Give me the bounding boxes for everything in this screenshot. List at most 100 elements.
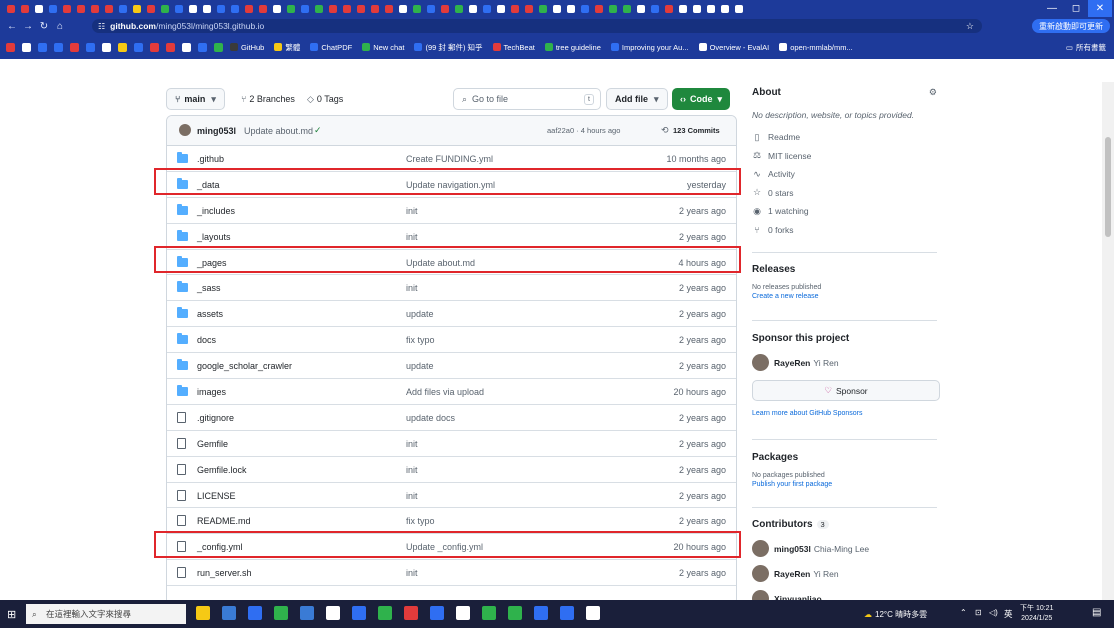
bookmark-icon[interactable] (198, 42, 207, 52)
bookmark-item[interactable]: Improving your Au... (610, 43, 689, 52)
tab-favicon-icon[interactable] (679, 4, 687, 13)
tab-favicon-icon[interactable] (483, 4, 491, 13)
taskbar-app-icon[interactable] (430, 606, 444, 620)
add-file-button[interactable]: Add file ▾ (606, 88, 668, 110)
tab-favicon-icon[interactable] (455, 4, 463, 13)
tab-favicon-icon[interactable] (399, 4, 407, 13)
notification-icon[interactable]: ▤ (1092, 607, 1101, 618)
bookmark-icon[interactable] (102, 42, 111, 52)
tab-favicon-icon[interactable] (35, 4, 43, 13)
bookmark-item[interactable]: ChatPDF (310, 43, 352, 52)
file-name-link[interactable]: google_scholar_crawler (197, 361, 292, 371)
ime-indicator[interactable]: 英 (1004, 608, 1013, 620)
license-link[interactable]: ⚖ MIT license (752, 147, 937, 166)
tab-favicon-icon[interactable] (245, 4, 253, 13)
tab-favicon-icon[interactable] (189, 4, 197, 13)
gear-icon[interactable]: ⚙ (929, 87, 937, 98)
tab-favicon-icon[interactable] (581, 4, 589, 13)
tab-favicon-icon[interactable] (665, 4, 673, 13)
tab-favicon-icon[interactable] (371, 4, 379, 13)
tab-favicon-icon[interactable] (175, 4, 183, 13)
reload-icon[interactable]: ↻ (36, 21, 52, 32)
commit-meta[interactable]: aaf22a0 · 4 hours ago (547, 126, 620, 135)
tab-favicon-icon[interactable] (315, 4, 323, 13)
tray-chevron-icon[interactable]: ⌃ (960, 608, 967, 617)
clock[interactable]: 下午 10:21 2024/1/25 (1020, 604, 1053, 624)
taskbar-app-icon[interactable] (300, 606, 314, 620)
sponsor-button[interactable]: ♡ Sponsor (752, 380, 940, 401)
file-name-link[interactable]: docs (197, 335, 216, 345)
tags-link[interactable]: ◇ 0 Tags (307, 88, 343, 110)
bookmark-icon[interactable] (182, 42, 191, 52)
create-release-link[interactable]: Create a new release (752, 293, 937, 300)
taskbar-app-icon[interactable] (404, 606, 418, 620)
all-bookmarks[interactable]: ▭ 所有書籤 (1066, 42, 1106, 53)
table-row[interactable]: assets update 2 years ago (167, 301, 736, 328)
url-input[interactable]: ☷ github.com/ming053l/ming053l.github.io… (92, 19, 982, 33)
taskbar-app-icon[interactable] (196, 606, 210, 620)
tab-favicon-icon[interactable] (693, 4, 701, 13)
commit-message-link[interactable]: init (406, 232, 418, 242)
commit-message-link[interactable]: update (406, 361, 434, 371)
tab-favicon-icon[interactable] (273, 4, 281, 13)
network-icon[interactable]: ⊡ (975, 608, 982, 617)
publish-package-link[interactable]: Publish your first package (752, 481, 937, 488)
tab-favicon-icon[interactable] (301, 4, 309, 13)
bookmark-item[interactable]: open-mmlab/mm... (779, 43, 853, 52)
scrollbar-thumb[interactable] (1105, 137, 1111, 237)
tab-favicon-icon[interactable] (147, 4, 155, 13)
bookmark-item[interactable]: GitHub (230, 43, 264, 52)
stars-link[interactable]: ☆ 0 stars (752, 184, 937, 203)
taskbar-app-icon[interactable] (274, 606, 288, 620)
bookmark-icon[interactable] (22, 42, 31, 52)
tab-favicon-icon[interactable] (357, 4, 365, 13)
file-name-link[interactable]: _sass (197, 283, 221, 293)
tab-favicon-icon[interactable] (441, 4, 449, 13)
table-row[interactable]: LICENSE init 2 years ago (167, 483, 736, 509)
bookmark-icon[interactable] (54, 42, 63, 52)
tab-favicon-icon[interactable] (217, 4, 225, 13)
windows-start-icon[interactable]: ⊞ (7, 608, 16, 621)
code-button[interactable]: ‹› Code ▾ (672, 88, 731, 110)
bookmark-item[interactable]: TechBeat (492, 43, 535, 52)
file-name-link[interactable]: LICENSE (197, 491, 236, 501)
tab-favicon-icon[interactable] (539, 4, 547, 13)
tab-favicon-icon[interactable] (105, 4, 113, 13)
branch-selector[interactable]: ⑂ main ▾ (166, 88, 225, 110)
taskbar-app-icon[interactable] (586, 606, 600, 620)
tab-favicon-icon[interactable] (203, 4, 211, 13)
table-row[interactable]: Gemfile init 2 years ago (167, 431, 736, 457)
table-row[interactable]: Gemfile.lock init 2 years ago (167, 457, 736, 483)
weather-widget[interactable]: ☁ 12°C 晴時多雲 (864, 609, 927, 620)
tab-favicon-icon[interactable] (735, 4, 743, 13)
site-info-icon[interactable]: ☷ (98, 22, 105, 31)
file-name-link[interactable]: Gemfile (197, 439, 228, 449)
file-name-link[interactable]: images (197, 387, 226, 397)
commit-message-link[interactable]: init (406, 439, 418, 449)
go-to-file-input[interactable]: ⌕ Go to file t (453, 88, 601, 110)
tab-favicon-icon[interactable] (385, 4, 393, 13)
tab-favicon-icon[interactable] (595, 4, 603, 13)
tab-favicon-icon[interactable] (91, 4, 99, 13)
taskbar-app-icon[interactable] (222, 606, 236, 620)
file-name-link[interactable]: _includes (197, 206, 235, 216)
table-row[interactable]: docs fix typo 2 years ago (167, 327, 736, 354)
file-name-link[interactable]: Gemfile.lock (197, 465, 247, 475)
taskbar-app-icon[interactable] (508, 606, 522, 620)
tab-favicon-icon[interactable] (511, 4, 519, 13)
packages-heading[interactable]: Packages (752, 452, 937, 463)
file-name-link[interactable]: .github (197, 154, 224, 164)
tab-favicon-icon[interactable] (721, 4, 729, 13)
readme-link[interactable]: ▯ Readme (752, 128, 937, 147)
watchers-link[interactable]: ◉ 1 watching (752, 202, 937, 221)
file-name-link[interactable]: .gitignore (197, 413, 234, 423)
tab-favicon-icon[interactable] (427, 4, 435, 13)
forward-icon[interactable]: → (20, 21, 36, 32)
bookmark-icon[interactable] (70, 42, 79, 52)
taskbar-app-icon[interactable] (326, 606, 340, 620)
contributor-item[interactable]: Xinyuanliao (752, 590, 937, 600)
avatar[interactable] (179, 124, 191, 136)
taskbar-app-icon[interactable] (378, 606, 392, 620)
branches-link[interactable]: ⑂ 2 Branches (241, 88, 295, 110)
tab-favicon-icon[interactable] (287, 4, 295, 13)
